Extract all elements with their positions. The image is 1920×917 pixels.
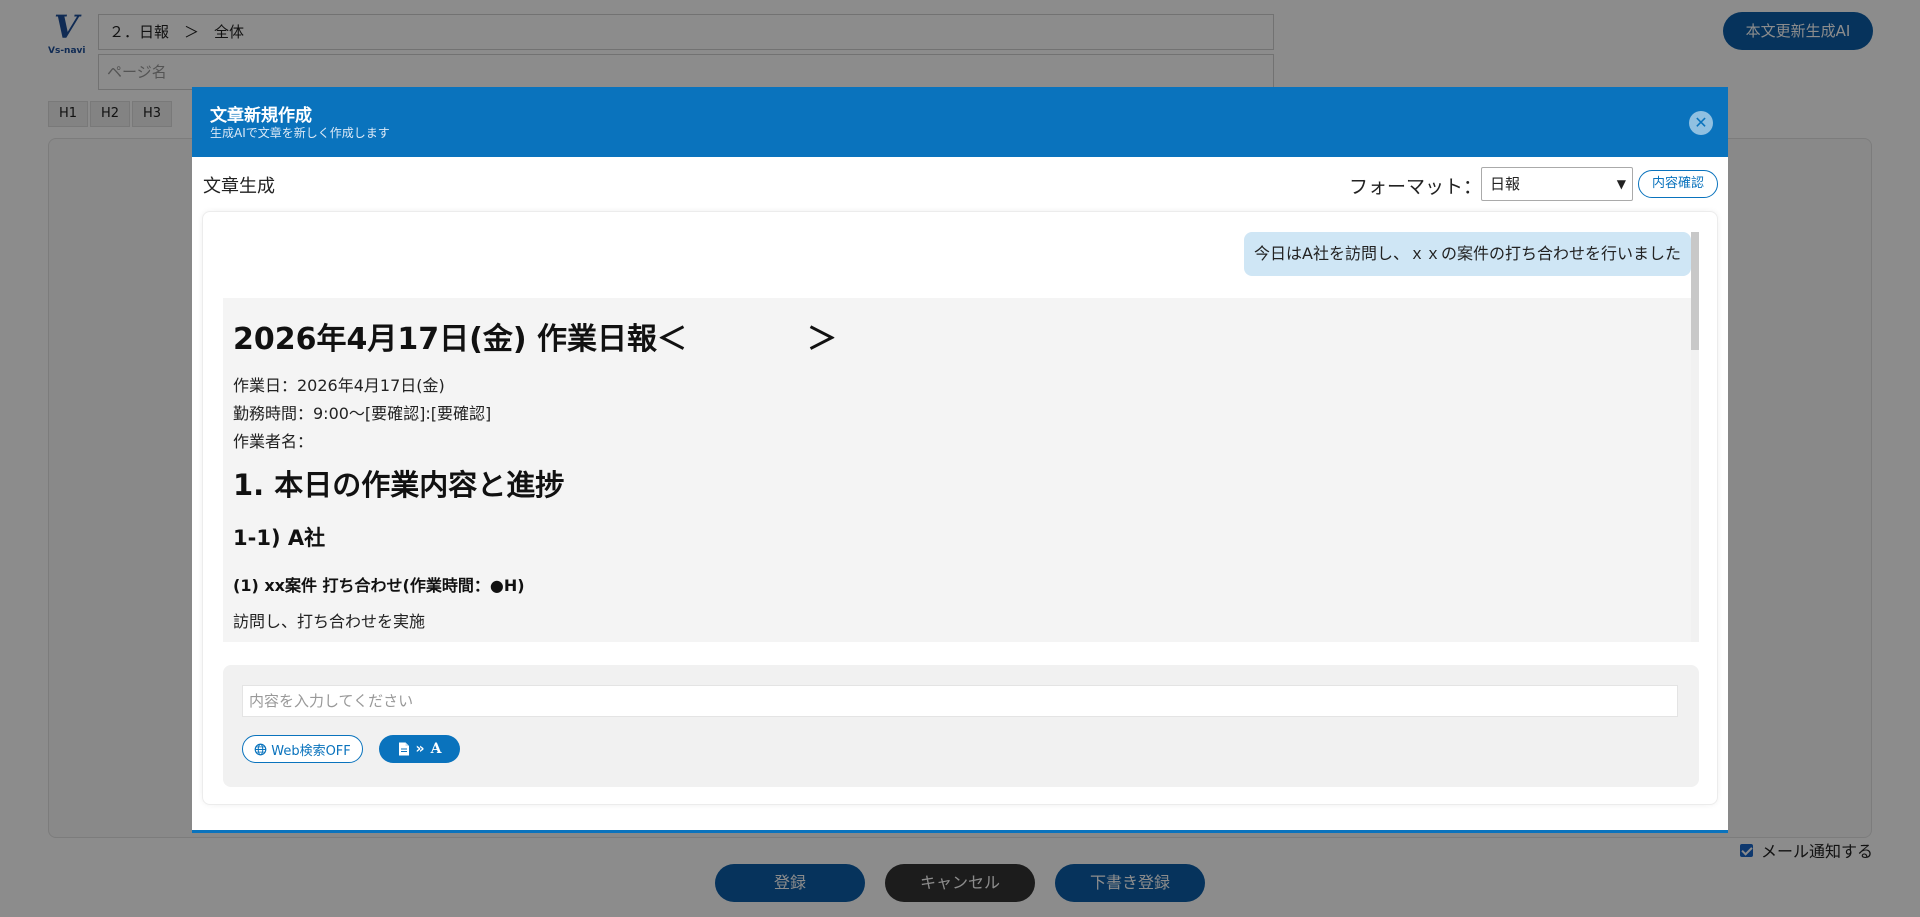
close-icon[interactable]: ✕ — [1689, 111, 1713, 135]
format-select[interactable]: 日報 ▼ — [1481, 167, 1633, 201]
response-heading-2: 1-1) A社 — [233, 526, 326, 550]
response-work-hours: 勤務時間：9:00～[要確認]:[要確認] — [233, 404, 492, 423]
double-chevron-right-icon: » — [415, 741, 425, 757]
ai-response: 2026年4月17日(金) 作業日報＜ ＞ 作業日：2026年4月17日(金) … — [223, 298, 1691, 642]
prompt-input[interactable] — [242, 685, 1678, 717]
generate-button[interactable]: » A — [379, 735, 460, 763]
chevron-down-icon: ▼ — [1616, 177, 1626, 191]
response-meta: 作業日：2026年4月17日(金) 勤務時間：9:00～[要確認]:[要確認] … — [233, 372, 1681, 456]
web-search-toggle-button[interactable]: Web検索OFF — [242, 735, 363, 763]
modal-title: 文章新規作成 — [210, 106, 312, 126]
chat-area: 今日はA社を訪問し、ｘｘの案件の打ち合わせを行いました 2026年4月17日(金… — [202, 211, 1718, 805]
response-text: 訪問し、打ち合わせを実施 — [233, 612, 426, 631]
response-worker: 作業者名： — [233, 432, 314, 451]
response-title: 2026年4月17日(金) 作業日報＜ ＞ — [233, 322, 837, 357]
chat-scrollbar[interactable] — [1691, 232, 1699, 642]
globe-icon — [254, 743, 267, 755]
web-search-label: Web検索OFF — [271, 743, 351, 759]
content-confirm-button[interactable]: 内容確認 — [1638, 170, 1718, 198]
section-label: 文章生成 — [203, 176, 275, 197]
response-heading-1: 1. 本日の作業内容と進捗 — [233, 468, 565, 502]
response-heading-3: (1) xx案件 打ち合わせ(作業時間：●H) — [233, 576, 525, 595]
response-work-date: 作業日：2026年4月17日(金) — [233, 376, 445, 395]
document-icon — [398, 742, 409, 756]
new-document-modal: 文章新規作成 生成AIで文章を新しく作成します ✕ 文章生成 フォーマット： 日… — [192, 87, 1728, 833]
letter-a-icon: A — [430, 741, 442, 757]
chat-scrollbar-thumb[interactable] — [1691, 232, 1699, 350]
prompt-panel: Web検索OFF » A — [223, 665, 1699, 787]
format-selected-value: 日報 — [1490, 175, 1521, 193]
format-label: フォーマット： — [1349, 176, 1483, 198]
modal-subtitle: 生成AIで文章を新しく作成します — [210, 126, 390, 140]
user-message: 今日はA社を訪問し、ｘｘの案件の打ち合わせを行いました — [1244, 232, 1691, 276]
modal-header: 文章新規作成 生成AIで文章を新しく作成します ✕ — [192, 87, 1728, 157]
